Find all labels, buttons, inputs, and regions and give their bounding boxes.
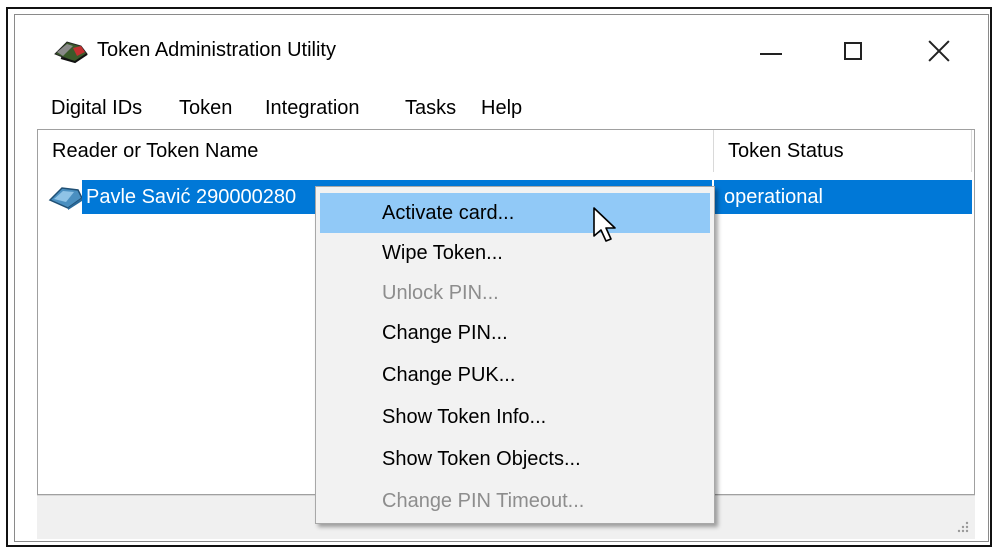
maximize-button[interactable]: [823, 29, 883, 73]
menu-item-show-token-objects[interactable]: Show Token Objects...: [320, 439, 710, 479]
close-icon: [928, 40, 950, 62]
minimize-icon: [760, 53, 782, 55]
column-header-status[interactable]: Token Status: [714, 130, 972, 172]
mouse-pointer-icon: [593, 207, 616, 242]
maximize-icon: [844, 42, 862, 60]
resize-grip-icon[interactable]: [955, 519, 969, 533]
menu-tasks[interactable]: Tasks: [405, 95, 456, 121]
column-header-name[interactable]: Reader or Token Name: [38, 130, 714, 172]
menu-item-change-puk[interactable]: Change PUK...: [320, 355, 710, 395]
token-status-cell: operational: [724, 186, 823, 208]
menu-help[interactable]: Help: [481, 95, 522, 121]
token-reader-icon: [54, 41, 88, 64]
window-title: Token Administration Utility: [97, 39, 336, 61]
menu-item-wipe-token[interactable]: Wipe Token...: [320, 233, 710, 273]
minimize-button[interactable]: [741, 29, 801, 73]
menu-item-change-pin[interactable]: Change PIN...: [320, 313, 710, 353]
menu-token[interactable]: Token: [179, 95, 232, 121]
menu-integration[interactable]: Integration: [265, 95, 360, 121]
menu-item-unlock-pin: Unlock PIN...: [382, 282, 499, 304]
close-button[interactable]: [909, 29, 969, 73]
menu-digital-ids[interactable]: Digital IDs: [51, 95, 142, 121]
menu-item-change-pin-timeout: Change PIN Timeout...: [382, 490, 585, 512]
menu-bar: Digital IDs Token Integration Tasks Help: [15, 83, 988, 129]
token-icon: [48, 187, 83, 210]
title-bar: Token Administration Utility: [15, 15, 988, 83]
menu-item-activate-card[interactable]: Activate card...: [320, 193, 710, 233]
menu-item-show-token-info[interactable]: Show Token Info...: [320, 397, 710, 437]
token-name-cell: Pavle Savić 290000280: [86, 186, 297, 208]
context-menu: Activate card... Wipe Token... Unlock PI…: [315, 186, 715, 524]
